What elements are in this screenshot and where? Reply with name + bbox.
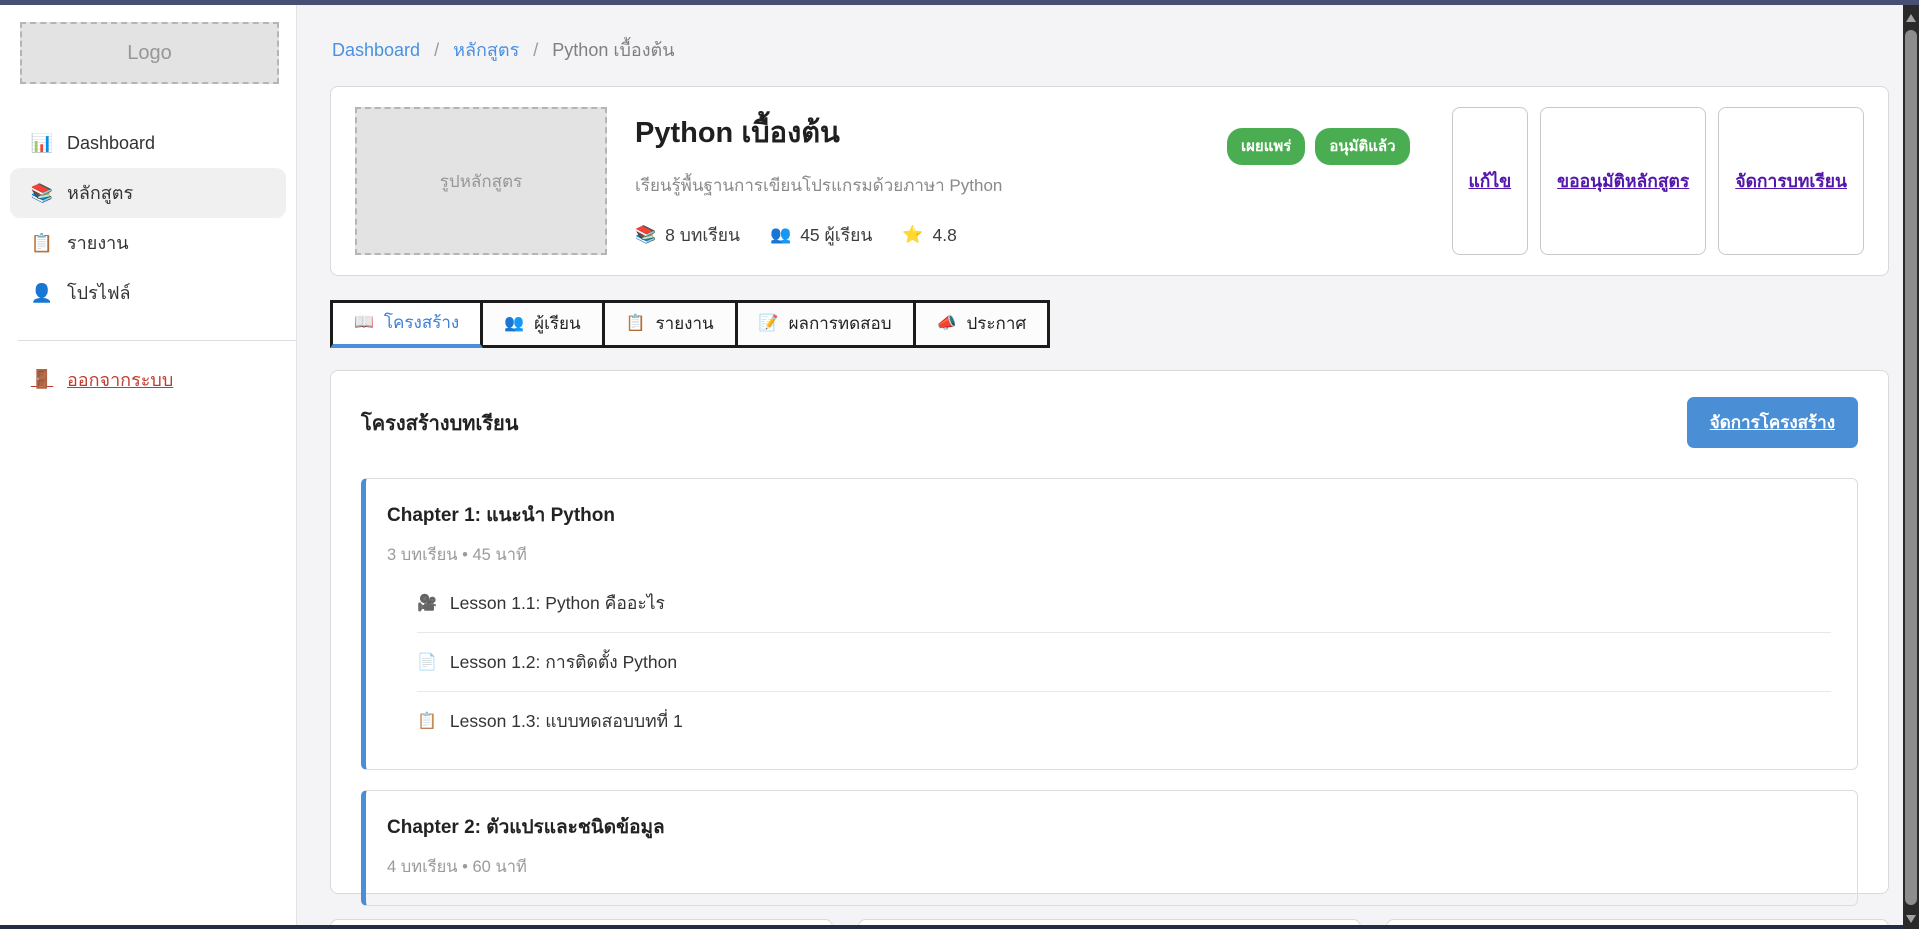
stat-label: 8 บทเรียน [665,221,740,249]
logo-placeholder: Logo [20,22,279,84]
chapter-title: Chapter 1: แนะนำ Python [387,500,1831,530]
logout-label: ออกจากระบบ [67,365,173,394]
stat-icon: 📚 [635,225,656,245]
tab[interactable]: 📝 ผลการทดสอบ [735,300,916,348]
tab-icon: 👥 [504,313,524,335]
status-badges: เผยแพร่ อนุมัติแล้ว [1227,128,1410,165]
sidebar-item-icon: 📊 [30,131,54,155]
lesson-title: Lesson 1.2: การติดตั้ง Python [450,648,677,676]
course-action-link[interactable]: ขออนุมัติหลักสูตร [1557,167,1689,195]
course-stat: 📚 8 บทเรียน [635,221,740,249]
sidebar-item[interactable]: 📋 รายงาน [0,218,296,268]
course-stat: ⭐ 4.8 [902,225,957,246]
tab-label: ผลการทดสอบ [789,313,892,335]
sidebar-item[interactable]: 📊 Dashboard [0,118,296,168]
stat-label: 4.8 [933,225,957,246]
scroll-down-arrow-icon[interactable] [1906,915,1916,923]
lesson-type-icon: 📄 [417,652,437,672]
course-action-card[interactable]: แก้ไข [1452,107,1529,255]
course-info: Python เบื้องต้น เรียนรู้พื้นฐานการเขียน… [635,107,1199,255]
breadcrumb-current: Python เบื้องต้น [552,40,674,60]
logo-label: Logo [127,42,172,65]
structure-panel: โครงสร้างบทเรียน จัดการโครงสร้าง Chapter… [330,370,1889,894]
structure-panel-header: โครงสร้างบทเรียน จัดการโครงสร้าง [361,397,1858,448]
scroll-up-arrow-icon[interactable] [1906,14,1916,22]
course-action-link[interactable]: แก้ไข [1469,167,1512,195]
lesson-type-icon: 📋 [417,711,437,731]
chapter-card: Chapter 2: ตัวแปรและชนิดข้อมูล 4 บทเรียน… [361,790,1858,906]
breadcrumb-courses-link[interactable]: หลักสูตร [453,40,519,60]
tab-icon: 📣 [937,313,957,335]
vertical-scrollbar[interactable] [1903,5,1919,929]
breadcrumb-dashboard-link[interactable]: Dashboard [332,40,420,60]
tab-icon: 📋 [626,313,646,335]
manage-structure-button[interactable]: จัดการโครงสร้าง [1687,397,1858,448]
main-content: Dashboard / หลักสูตร / Python เบื้องต้น … [297,5,1919,929]
chapter-title: Chapter 2: ตัวแปรและชนิดข้อมูล [387,812,1831,842]
app-root: Logo 📊 Dashboard 📚 หลักสูตร 📋 รายงาน [0,0,1919,929]
status-badge: เผยแพร่ [1227,128,1305,165]
logout-link[interactable]: 🚪 ออกจากระบบ [0,365,296,394]
window-top-edge [0,0,1919,5]
structure-heading: โครงสร้างบทเรียน [361,407,518,439]
tab[interactable]: 📣 ประกาศ [913,300,1051,348]
sidebar-item-label: รายงาน [67,231,129,255]
lesson-row[interactable]: 📋 Lesson 1.3: แบบทดสอบบทที่ 1 [417,691,1831,750]
chapter-meta: 4 บทเรียน • 60 นาที [387,854,1831,880]
chapter-meta: 3 บทเรียน • 45 นาที [387,542,1831,568]
course-image-label: รูปหลักสูตร [440,168,522,195]
sidebar-item[interactable]: 👤 โปรไฟล์ [0,268,296,318]
window-bottom-edge [0,925,1919,929]
tab-icon: 📖 [354,312,374,334]
door-icon: 🚪 [30,369,54,390]
chapter-list: Chapter 1: แนะนำ Python 3 บทเรียน • 45 น… [361,478,1858,906]
breadcrumb-separator: / [434,40,439,60]
sidebar-item-icon: 📚 [30,181,54,205]
course-action-link[interactable]: จัดการบทเรียน [1735,167,1847,195]
sidebar-item[interactable]: 📚 หลักสูตร [10,168,286,218]
tab-label: ประกาศ [966,313,1026,335]
tab-label: รายงาน [656,313,714,335]
course-action-cards: แก้ไข ขออนุมัติหลักสูตร จัดการบทเรียน [1452,107,1864,255]
chapter-card: Chapter 1: แนะนำ Python 3 บทเรียน • 45 น… [361,478,1858,770]
scrollbar-thumb[interactable] [1905,30,1917,905]
lesson-list: 🎥 Lesson 1.1: Python คืออะไร 📄 Lesson 1.… [417,574,1831,750]
stat-icon: 👥 [770,225,791,245]
breadcrumb-separator: / [533,40,538,60]
tab[interactable]: 📖 โครงสร้าง [330,300,483,348]
sidebar-divider [18,340,296,341]
tab-label: โครงสร้าง [384,312,459,334]
course-action-card[interactable]: ขออนุมัติหลักสูตร [1540,107,1706,255]
breadcrumb: Dashboard / หลักสูตร / Python เบื้องต้น [330,5,1889,86]
status-badge: อนุมัติแล้ว [1315,128,1409,165]
course-stats: 📚 8 บทเรียน 👥 45 ผู้เรียน ⭐ 4.8 [635,221,1199,249]
course-header-card: รูปหลักสูตร Python เบื้องต้น เรียนรู้พื้… [330,86,1889,276]
tab[interactable]: 📋 รายงาน [602,300,738,348]
sidebar-item-label: โปรไฟล์ [67,281,131,305]
stat-icon: ⭐ [902,225,923,245]
tab-label: ผู้เรียน [534,313,580,335]
sidebar-item-icon: 👤 [30,281,54,305]
lesson-type-icon: 🎥 [417,593,437,613]
course-image-placeholder: รูปหลักสูตร [355,107,607,255]
lesson-row[interactable]: 🎥 Lesson 1.1: Python คืออะไร [417,574,1831,632]
sidebar-item-label: Dashboard [67,131,155,155]
sidebar-item-icon: 📋 [30,231,54,255]
lesson-row[interactable]: 📄 Lesson 1.2: การติดตั้ง Python [417,632,1831,691]
tab-icon: 📝 [759,313,779,335]
lesson-title: Lesson 1.3: แบบทดสอบบทที่ 1 [450,707,683,735]
tab-bar: 📖 โครงสร้าง 👥 ผู้เรียน 📋 รายงาน 📝 ผลการท… [330,300,1889,348]
lesson-title: Lesson 1.1: Python คืออะไร [450,589,665,617]
sidebar: Logo 📊 Dashboard 📚 หลักสูตร 📋 รายงาน [0,5,297,929]
course-title: Python เบื้องต้น [635,109,1199,155]
stat-label: 45 ผู้เรียน [800,221,872,249]
course-description: เรียนรู้พื้นฐานการเขียนโปรแกรมด้วยภาษา P… [635,172,1199,199]
sidebar-item-label: หลักสูตร [67,181,133,205]
course-stat: 👥 45 ผู้เรียน [770,221,872,249]
course-action-card[interactable]: จัดการบทเรียน [1718,107,1864,255]
sidebar-nav: 📊 Dashboard 📚 หลักสูตร 📋 รายงาน 👤 โปรไฟล… [0,118,296,318]
tab[interactable]: 👥 ผู้เรียน [480,300,604,348]
